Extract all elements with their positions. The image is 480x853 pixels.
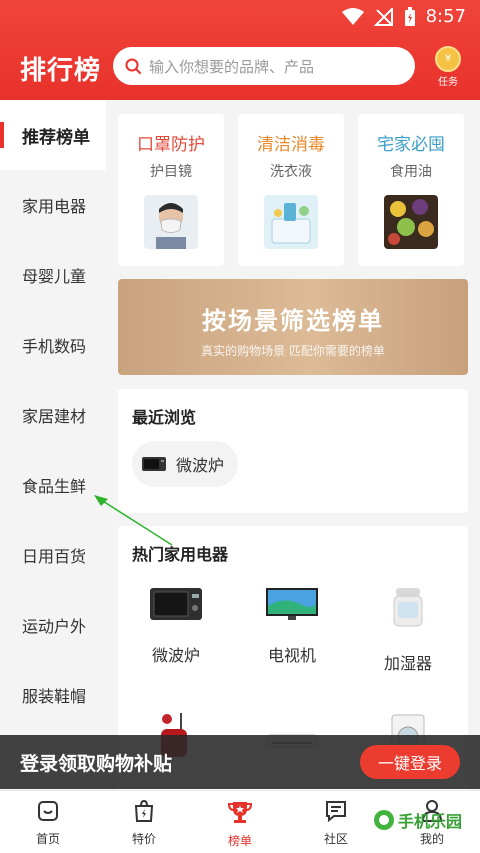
tab-deals[interactable]: 特价 [96,791,192,853]
sidebar-item-sports[interactable]: 运动户外 [0,590,106,660]
sidebar-item-apparel[interactable]: 服装鞋帽 [0,660,106,730]
hot-item-microwave[interactable]: 微波炉 [118,586,234,674]
tab-label: 特价 [131,832,156,846]
main-content: 口罩防护 护目镜 清洁消毒 洗衣液 宅家必囤 食用油 按场景筛选榜单 真实的购物… [106,100,480,796]
tab-label: 我的 [419,832,444,846]
featured-cards: 口罩防护 护目镜 清洁消毒 洗衣液 宅家必囤 食用油 [118,114,464,266]
wifi-icon [341,7,364,25]
recent-title: 最近浏览 [132,408,197,427]
status-bar: 8:57 [0,0,480,34]
hot-grid: 微波炉 电视机 加湿器 [118,586,468,674]
one-click-login-button[interactable]: 一键登录 [360,745,460,779]
status-time: 8:57 [425,6,466,27]
watermark-logo-icon [374,810,394,830]
featured-card-mask[interactable]: 口罩防护 护目镜 [118,114,224,266]
humidifier-icon [393,588,423,627]
recent-item-label: 微波炉 [176,456,225,475]
hot-item-label: 电视机 [267,646,316,665]
microwave-icon [142,457,166,471]
hot-item-label: 微波炉 [151,646,200,665]
search-placeholder: 输入你想要的品牌、产品 [149,57,315,76]
watermark: 手机乐园 [370,808,462,832]
login-promo-text: 登录领取购物补贴 [20,752,173,775]
card-title: 宅家必囤 [377,135,445,155]
sidebar-item-recommended[interactable]: 推荐榜单 [0,100,106,170]
scene-filter-banner[interactable]: 按场景筛选榜单 真实的购物场景 匹配你需要的榜单 [118,279,468,375]
login-promo-bar: 登录领取购物补贴 一键登录 [0,735,480,789]
header: 8:57 排行榜 输入你想要的品牌、产品 ¥ 任务 [0,0,480,100]
chat-icon [326,801,346,823]
detergent-image [264,195,318,249]
tab-label: 榜单 [227,834,252,848]
sidebar-item-home[interactable]: 家居建材 [0,380,106,450]
card-subtitle: 洗衣液 [270,164,312,180]
sidebar-item-digital[interactable]: 手机数码 [0,310,106,380]
tab-label: 社区 [323,832,348,846]
recent-item-chip[interactable]: 微波炉 [132,441,238,487]
task-button[interactable]: ¥ 任务 [432,46,464,88]
shopping-bag-icon [134,799,154,822]
mask-person-image [144,195,198,249]
coin-icon: ¥ [435,46,461,72]
hot-item-label: 加湿器 [383,654,432,673]
sidebar-item-baby[interactable]: 母婴儿童 [0,240,106,310]
tab-home[interactable]: 首页 [0,791,96,853]
watermark-text: 手机乐园 [398,812,463,831]
card-title: 清洁消毒 [257,135,325,155]
no-signal-icon [373,7,393,26]
home-icon [38,801,58,821]
tab-rankings[interactable]: 榜单 [192,791,288,853]
tv-icon [266,588,318,620]
featured-card-cleaning[interactable]: 清洁消毒 洗衣液 [238,114,344,266]
banner-subtitle: 真实的购物场景 匹配你需要的榜单 [201,344,385,358]
card-subtitle: 护目镜 [150,164,192,180]
banner-title: 按场景筛选榜单 [202,307,384,335]
sidebar-item-appliances[interactable]: 家用电器 [0,170,106,240]
trophy-icon [227,802,253,823]
featured-card-stockup[interactable]: 宅家必囤 食用油 [358,114,464,266]
hot-item-humidifier[interactable]: 加湿器 [350,586,466,674]
page-title: 排行榜 [20,56,102,86]
vegetables-image [384,195,438,249]
search-input[interactable]: 输入你想要的品牌、产品 [113,47,415,85]
card-title: 口罩防护 [137,135,205,155]
card-subtitle: 食用油 [390,164,432,180]
hot-item-tv[interactable]: 电视机 [234,586,350,674]
task-label: 任务 [438,77,458,88]
tab-label: 首页 [35,832,60,846]
search-icon [125,58,141,74]
category-sidebar: 推荐榜单 家用电器 母婴儿童 手机数码 家居建材 食品生鲜 日用百货 运动户外 … [0,100,106,790]
battery-icon [404,6,415,26]
microwave-icon [150,588,202,620]
annotation-arrow [94,495,173,546]
